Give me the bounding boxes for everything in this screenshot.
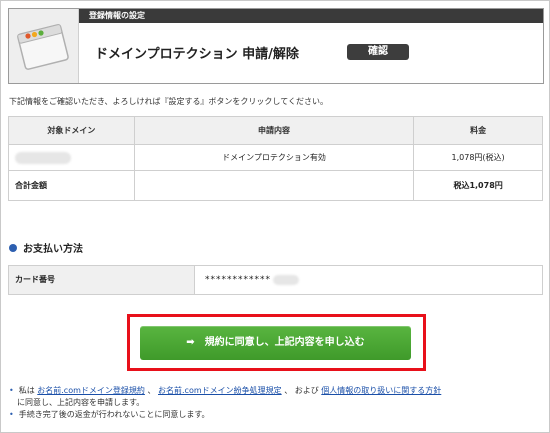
page-header: 登録情報の設定 ドメインプロテクション 申請/解除 確認 — [8, 8, 544, 84]
total-label: 合計金額 — [8, 170, 135, 201]
domain-cell — [8, 144, 135, 171]
order-table: 対象ドメイン 申請内容 料金 ドメインプロテクション有効 1,078円(税込) … — [8, 116, 543, 201]
total-empty-cell — [133, 170, 415, 201]
arrow-right-icon: ➡ — [186, 337, 195, 348]
payment-table: カード番号 ************ — [8, 265, 543, 295]
column-header-request: 申請内容 — [133, 116, 415, 145]
column-header-price: 料金 — [413, 116, 543, 145]
dispute-policy-link[interactable]: お名前.comドメイン紛争処理規定 — [158, 386, 282, 395]
terms-prefix: 私は — [18, 386, 35, 395]
card-number-value: ************ — [205, 266, 299, 294]
agree-submit-button[interactable]: ➡ 規約に同意し、上記内容を申し込む — [140, 326, 411, 360]
table-header-row: 対象ドメイン 申請内容 料金 — [8, 116, 543, 145]
price-cell: 1,078円(税込) — [413, 144, 543, 171]
payment-title-text: お支払い方法 — [23, 244, 83, 255]
submit-label: 規約に同意し、上記内容を申し込む — [204, 337, 365, 348]
total-value: 税込1,078円 — [413, 170, 543, 201]
masked-card-number: ************ — [205, 275, 271, 285]
terms-line-1: • 私は お名前.comドメイン登録規約 、 お名前.comドメイン紛争処理規定 … — [9, 385, 545, 397]
bullet-icon: • — [9, 386, 14, 395]
browser-window-icon — [17, 24, 69, 70]
terms-line-2: に同意し、上記内容を申請します。 — [17, 398, 145, 407]
table-row: ドメインプロテクション有効 1,078円(税込) — [8, 144, 543, 171]
card-number-label: カード番号 — [9, 266, 195, 294]
page-frame: 登録情報の設定 ドメインプロテクション 申請/解除 確認 下記情報をご確認いただ… — [0, 0, 550, 433]
terms-line-3: • 手続き完了後の返金が行われないことに同意します。 — [9, 409, 545, 421]
confirm-badge: 確認 — [347, 44, 409, 60]
registration-terms-link[interactable]: お名前.comドメイン登録規約 — [37, 386, 145, 395]
window-illustration-box — [9, 9, 79, 83]
privacy-policy-link[interactable]: 個人情報の取り扱いに関する方針 — [321, 386, 441, 395]
total-row: 合計金額 税込1,078円 — [8, 170, 543, 201]
terms-section: • 私は お名前.comドメイン登録規約 、 お名前.comドメイン紛争処理規定 … — [9, 385, 545, 421]
terms-separator: 、 — [147, 386, 156, 395]
refund-note: 手続き完了後の返金が行われないことに同意します。 — [18, 410, 210, 419]
page-title: ドメインプロテクション 申請/解除 — [95, 47, 299, 62]
bullet-icon — [9, 244, 17, 252]
bullet-icon: • — [9, 410, 14, 419]
redacted-card-digits — [273, 274, 299, 285]
redacted-domain — [15, 151, 71, 164]
terms-separator: 、 および — [284, 386, 319, 395]
column-header-domain: 対象ドメイン — [8, 116, 135, 145]
payment-section-title: お支払い方法 — [9, 240, 83, 255]
section-label: 登録情報の設定 — [79, 9, 543, 23]
service-cell: ドメインプロテクション有効 — [133, 144, 415, 171]
intro-text: 下記情報をご確認いただき、よろしければ『設定する』ボタンをクリックしてください。 — [9, 97, 328, 106]
